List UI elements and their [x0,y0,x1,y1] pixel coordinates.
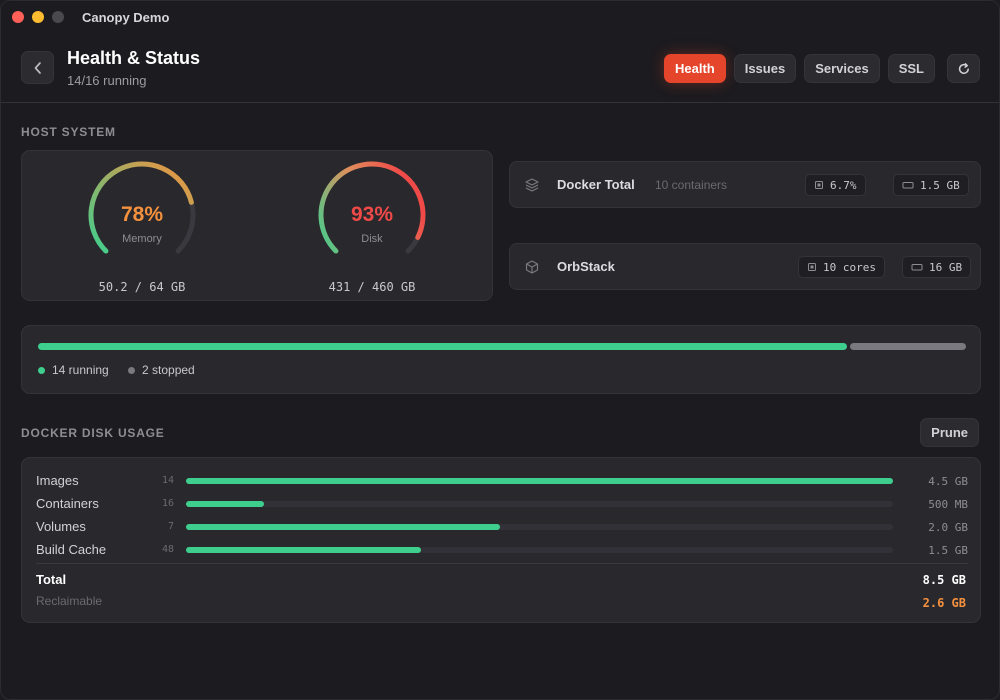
total-label: Total [36,572,67,587]
running-segment [38,343,847,350]
docker-disk-usage-heading: DOCKER DISK USAGE [21,426,165,440]
disk-row-fill [186,524,500,530]
disk-row-track [186,524,893,530]
tab-ssl[interactable]: SSL [887,54,935,83]
tab-issues[interactable]: Issues [733,54,797,83]
disk-row-images: Images 14 4.5 GB [22,472,982,490]
disk-label: Disk [361,233,383,245]
host-system-heading: HOST SYSTEM [21,125,116,139]
title-bar: Canopy Demo [1,1,999,33]
disk-row-track [186,478,893,484]
docker-cpu-value: 6.7% [830,178,857,192]
orbstack-memory-value: 16 GB [929,260,963,274]
disk-row-size: 2.0 GB [928,521,968,534]
window-controls [12,11,64,23]
back-button[interactable] [21,51,54,84]
window-title: Canopy Demo [82,9,170,25]
disk-row-count: 7 [167,521,174,532]
page-subtitle: 14/16 running [67,73,147,88]
disk-row-volumes: Volumes 7 2.0 GB [22,518,982,536]
cube-icon [525,260,539,274]
layers-icon [525,178,539,192]
docker-total-containers: 10 containers [655,178,728,192]
disk-row-count: 16 [161,498,174,509]
refresh-button[interactable] [947,54,980,83]
disk-percent: 93% [350,203,394,226]
disk-divider [36,563,968,564]
disk-row-fill [186,547,422,553]
orbstack-cores-value: 10 cores [823,260,876,274]
host-gauges-card: 78% Memory 50.2 / 64 GB 93% Disk 431 / 4… [21,150,493,301]
page-header: Health & Status 14/16 running Health Iss… [1,33,999,103]
memory-gauge: 78% Memory 50.2 / 64 GB [82,159,202,294]
tab-bar: Health Issues Services SSL [663,54,935,83]
docker-total-label: Docker Total [557,177,635,192]
tab-health[interactable]: Health [663,54,726,83]
zoom-window-button[interactable] [52,11,64,23]
docker-total-row: Docker Total 10 containers 6.7% 1.5 GB [509,161,981,208]
memory-icon [902,182,914,189]
close-window-button[interactable] [12,11,24,23]
stopped-legend: 2 stopped [128,363,195,377]
disk-row-containers: Containers 16 500 MB [22,495,982,513]
refresh-icon [958,62,969,74]
disk-row-fill [186,478,893,484]
disk-row-build-cache: Build Cache 48 1.5 GB [22,541,982,559]
memory-icon [911,264,923,271]
disk-row-fill [186,501,264,507]
stopped-count: 2 stopped [142,363,195,377]
running-dot [38,366,45,374]
reclaimable-label: Reclaimable [36,594,103,608]
running-legend: 14 running [38,363,109,377]
disk-row-label: Containers [36,496,99,511]
app-window: Canopy Demo Health & Status 14/16 runnin… [0,0,1000,700]
cpu-icon [808,263,816,271]
disk-row-track [186,501,893,507]
disk-row-count: 48 [161,544,174,555]
page-title: Health & Status [67,48,201,68]
memory-usage: 50.2 / 64 GB [98,280,186,294]
orbstack-row: OrbStack 10 cores 16 GB [509,243,981,290]
stopped-dot [128,366,135,374]
orbstack-label: OrbStack [557,259,615,274]
running-count: 14 running [52,363,109,377]
disk-row-size: 500 MB [928,498,968,511]
disk-row-size: 4.5 GB [928,475,968,488]
container-status-bar [38,343,966,350]
disk-row-label: Volumes [36,519,86,534]
disk-usage: 431 / 460 GB [328,280,416,294]
stopped-segment [850,343,966,350]
docker-cpu-chip: 6.7% [805,174,866,196]
disk-row-track [186,547,893,553]
disk-row-count: 14 [161,475,174,486]
container-status-card: 14 running 2 stopped [21,325,981,394]
disk-row-label: Images [36,473,79,488]
orbstack-memory-chip: 16 GB [902,256,972,278]
disk-row-label: Build Cache [36,542,107,557]
total-value: 8.5 GB [922,573,966,587]
orbstack-cores-chip: 10 cores [798,256,885,278]
disk-gauge: 93% Disk 431 / 460 GB [312,159,432,294]
reclaimable-value: 2.6 GB [922,596,966,610]
chevron-left-icon [34,61,41,74]
disk-usage-card: Images 14 4.5 GB Containers 16 500 MB Vo… [21,457,981,623]
tab-services[interactable]: Services [804,54,880,83]
prune-button[interactable]: Prune [920,418,979,447]
cpu-icon [815,181,823,189]
docker-memory-chip: 1.5 GB [893,174,969,196]
docker-memory-value: 1.5 GB [920,178,960,192]
disk-row-size: 1.5 GB [928,544,968,557]
memory-label: Memory [122,233,162,245]
memory-percent: 78% [120,203,164,226]
minimize-window-button[interactable] [32,11,44,23]
